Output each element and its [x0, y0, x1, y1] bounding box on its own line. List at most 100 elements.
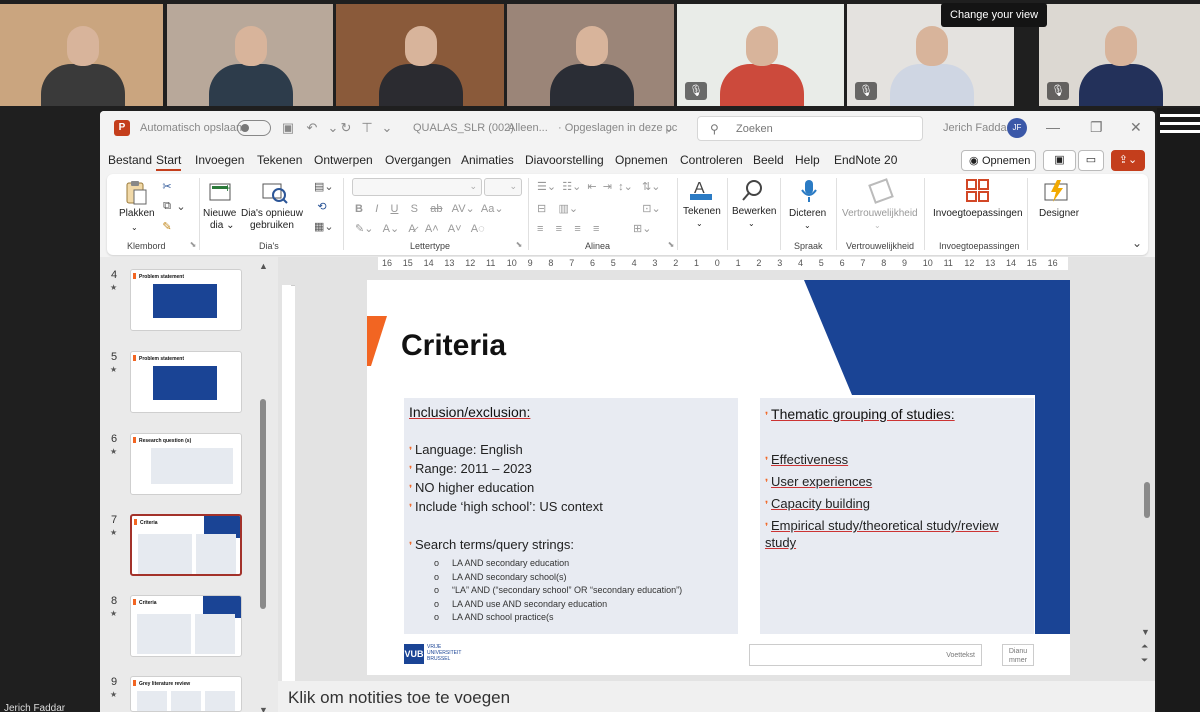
- align-center-icon[interactable]: ≡: [556, 223, 562, 235]
- right-content-box[interactable]: ❜ Thematic grouping of studies: ❜ Effect…: [760, 398, 1034, 634]
- paste-icon[interactable]: [124, 180, 148, 205]
- find-icon[interactable]: [740, 178, 764, 202]
- redo-icon[interactable]: ↻: [339, 121, 353, 135]
- font-effect-icon[interactable]: A◌: [471, 223, 485, 235]
- reset-icon[interactable]: ⟲: [314, 200, 330, 213]
- numbering-icon[interactable]: ☷⌄: [562, 181, 581, 193]
- autosave-toggle[interactable]: [237, 120, 271, 136]
- slide-canvas[interactable]: Criteria Inclusion/exclusion: ❜ Language…: [367, 280, 1070, 675]
- video-tile-4[interactable]: [507, 4, 674, 106]
- scroll-down-icon[interactable]: ▼: [259, 705, 268, 712]
- dictate-button[interactable]: Dicteren: [789, 208, 826, 220]
- restore-icon[interactable]: ❐: [1090, 119, 1103, 136]
- editor-scroll-thumb[interactable]: [1144, 482, 1150, 518]
- undo-dropdown-icon[interactable]: ⌄: [326, 121, 340, 135]
- slide-title[interactable]: Criteria: [401, 329, 506, 363]
- reuse-slides-button[interactable]: Dia's opnieuw: [241, 208, 303, 220]
- grow-font-icon[interactable]: A˄: [425, 223, 439, 235]
- draw-dropdown-icon[interactable]: ⌄: [696, 218, 703, 230]
- avatar[interactable]: JF: [1007, 118, 1027, 138]
- video-tile-7[interactable]: 🎙: [1039, 4, 1200, 106]
- sensitivity-button[interactable]: Vertrouwelijkheid: [842, 208, 918, 220]
- font-size-select[interactable]: ⌄: [484, 178, 522, 196]
- slide-thumbnail-5[interactable]: Problem statement: [130, 351, 242, 413]
- slide-thumbnail-9[interactable]: Grey literature review: [130, 676, 242, 712]
- section-icon[interactable]: ▦⌄: [314, 220, 334, 233]
- comments-button[interactable]: ▭: [1078, 150, 1104, 171]
- bullets-icon[interactable]: ☰⌄: [537, 181, 556, 193]
- present-icon[interactable]: ⊤: [360, 121, 374, 135]
- font-color-icon[interactable]: A⌄: [383, 223, 400, 235]
- case-icon[interactable]: Aa⌄: [481, 203, 504, 215]
- paste-button[interactable]: Plakken: [119, 208, 155, 220]
- draw-button[interactable]: Tekenen: [683, 206, 721, 218]
- present-button[interactable]: ▣: [1043, 150, 1076, 171]
- shadow-icon[interactable]: S: [411, 203, 418, 215]
- tab-endnote-20[interactable]: EndNote 20: [834, 153, 897, 167]
- collapse-ribbon-icon[interactable]: ⌄: [1129, 236, 1145, 250]
- justify-icon[interactable]: ≡: [593, 223, 599, 235]
- video-tile-2[interactable]: [167, 4, 333, 106]
- dictate-dropdown-icon[interactable]: ⌄: [804, 220, 811, 232]
- increase-indent-icon[interactable]: ⇥: [603, 181, 612, 193]
- tab-beeld[interactable]: Beeld: [753, 153, 784, 167]
- scroll-up-icon[interactable]: ▲: [259, 261, 268, 271]
- tab-help[interactable]: Help: [795, 153, 820, 167]
- tab-bestand[interactable]: Bestand: [108, 153, 152, 167]
- font-family-select[interactable]: ⌄: [352, 178, 482, 196]
- editor-scrollbar[interactable]: ▼ ⏶ ⏷: [1140, 267, 1152, 677]
- strikethrough-icon[interactable]: ab: [430, 203, 442, 215]
- tab-diavoorstelling[interactable]: Diavoorstelling: [525, 153, 604, 167]
- edit-dropdown-icon[interactable]: ⌄: [748, 218, 755, 230]
- italic-icon[interactable]: I: [375, 203, 378, 215]
- tab-ontwerpen[interactable]: Ontwerpen: [314, 153, 373, 167]
- align-right-icon[interactable]: ≡: [574, 223, 580, 235]
- video-tile-5[interactable]: 🎙: [677, 4, 844, 106]
- minimize-icon[interactable]: —: [1046, 119, 1060, 135]
- smartart-icon[interactable]: ⊟: [537, 203, 546, 215]
- thumbnail-scrollbar[interactable]: ▲ ▼: [259, 261, 268, 712]
- undo-icon[interactable]: ↶: [305, 121, 319, 135]
- edit-button[interactable]: Bewerken: [732, 206, 776, 218]
- text-direction-icon[interactable]: ⇅⌄: [642, 181, 660, 193]
- tab-start[interactable]: Start: [156, 153, 182, 171]
- designer-button[interactable]: Designer: [1039, 208, 1079, 220]
- highlight-icon[interactable]: ✎⌄: [355, 223, 373, 235]
- slide-thumbnail-6[interactable]: Research question (s): [130, 433, 242, 495]
- tab-controleren[interactable]: Controleren: [680, 153, 743, 167]
- align-text-icon[interactable]: ⊡⌄: [642, 203, 660, 215]
- spacing-icon[interactable]: AV⌄: [452, 203, 475, 215]
- footer-placeholder[interactable]: Voettekst: [749, 644, 982, 666]
- shrink-font-icon[interactable]: A˅: [448, 223, 462, 235]
- columns-icon[interactable]: ▥⌄: [558, 203, 578, 215]
- record-button[interactable]: ◉ Opnemen: [961, 150, 1036, 171]
- new-slide-icon[interactable]: +: [208, 180, 232, 204]
- designer-icon[interactable]: [1043, 178, 1068, 202]
- chevron-down-icon[interactable]: ⌄: [662, 121, 676, 135]
- font-launcher-icon[interactable]: ⬊: [511, 240, 527, 249]
- new-slide-button-line2[interactable]: dia ⌄: [210, 220, 235, 232]
- search-input[interactable]: ⚲ Zoeken: [697, 116, 923, 141]
- cut-icon[interactable]: ✂: [159, 180, 175, 193]
- drawing-icon[interactable]: A: [688, 178, 712, 202]
- notes-pane[interactable]: Klik om notities toe te voegen: [278, 681, 1155, 712]
- sensitivity-dropdown-icon[interactable]: ⌄: [874, 220, 881, 232]
- align-left-icon[interactable]: ≡: [537, 223, 543, 235]
- share-button[interactable]: ⇪⌄: [1111, 150, 1145, 171]
- close-icon[interactable]: ✕: [1130, 119, 1142, 136]
- slide-thumbnail-7[interactable]: Criteria: [130, 514, 242, 576]
- reuse-slides-icon[interactable]: [261, 180, 288, 204]
- sensitivity-icon[interactable]: [868, 178, 894, 204]
- scroll-down-icon[interactable]: ▼: [1141, 627, 1150, 637]
- video-tile-1[interactable]: [0, 4, 163, 106]
- addins-button[interactable]: Invoegtoepassingen: [933, 208, 1023, 220]
- bold-icon[interactable]: B: [355, 203, 363, 215]
- menu-icon[interactable]: [1160, 114, 1200, 136]
- thumbnail-scroll-thumb[interactable]: [260, 399, 266, 609]
- copy-dropdown-icon[interactable]: ⌄: [173, 200, 189, 213]
- paste-dropdown-icon[interactable]: ⌄: [131, 222, 138, 234]
- slide-thumbnail-8[interactable]: Criteria: [130, 595, 242, 657]
- line-spacing-icon[interactable]: ↕⌄: [618, 181, 633, 193]
- tab-tekenen[interactable]: Tekenen: [257, 153, 302, 167]
- underline-icon[interactable]: U: [390, 203, 398, 215]
